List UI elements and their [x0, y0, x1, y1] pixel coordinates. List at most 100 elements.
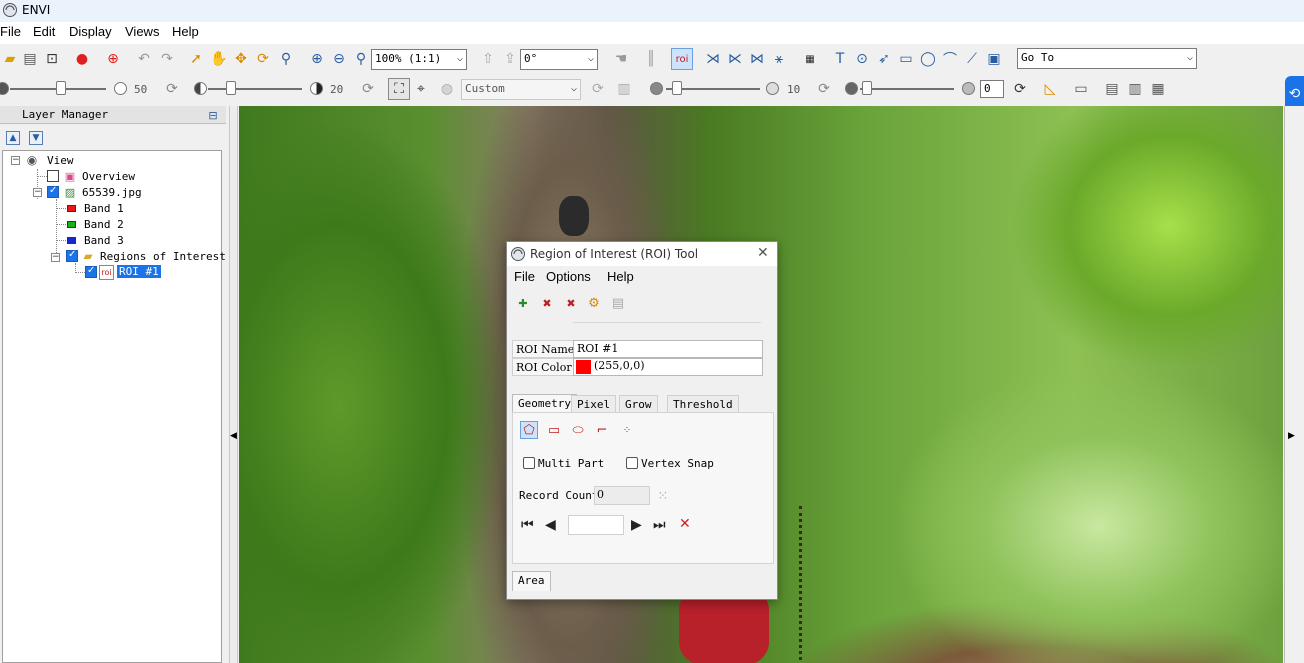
image-info-icon[interactable]: ▭ [1071, 79, 1091, 99]
delete-record-icon[interactable]: ✕ [679, 516, 691, 532]
reset-sharpen-icon[interactable]: ⟳ [814, 79, 834, 99]
rotate-icon[interactable]: ⟳ [253, 49, 273, 69]
menu-edit[interactable]: Edit [33, 24, 55, 39]
polygon-draw-icon[interactable]: ⬠ [520, 421, 538, 439]
dock-panel-icon[interactable]: ⊟ [204, 107, 222, 123]
tab-pixel[interactable]: Pixel [571, 395, 617, 413]
tree-view-label[interactable]: View [47, 154, 74, 167]
zoom-combo[interactable]: 100% (1:1) ⌵ [371, 49, 467, 70]
tree-image-label[interactable]: 65539.jpg [82, 186, 142, 199]
collapse-view-icon[interactable]: − [11, 156, 20, 165]
tree-overview-label[interactable]: Overview [82, 170, 135, 183]
menu-file[interactable]: File [0, 24, 21, 39]
sharpen-slider-knob[interactable] [672, 81, 682, 95]
reset-contrast-icon[interactable]: ⟳ [358, 79, 378, 99]
tree-roi-folder-label[interactable]: Regions of Interest [100, 250, 226, 263]
north-up-icon[interactable]: ⇧ [478, 49, 498, 69]
layout-3-icon[interactable]: ▦ [1148, 79, 1168, 99]
tree-roi-1-label[interactable]: ROI #1 [117, 265, 161, 278]
clipboard-icon[interactable]: ▤ [20, 49, 40, 69]
polyline-draw-icon[interactable]: ⌐ [593, 421, 611, 439]
pixel-value-icon[interactable]: ▦ [800, 49, 820, 69]
first-record-icon[interactable]: ⏮ [521, 517, 534, 533]
picture-annotation-icon[interactable]: ▣ [984, 49, 1004, 69]
polygon-annotation-icon[interactable]: ⌒ [940, 49, 960, 69]
vector-split-icon[interactable]: ⚹ [769, 49, 789, 69]
pin-icon[interactable]: ● [72, 49, 92, 69]
pan-hand-icon[interactable]: ✋ [209, 49, 229, 69]
roi-properties-icon[interactable]: ⚙ [585, 294, 603, 312]
stretch-mode-icon[interactable]: ◍ [437, 79, 457, 99]
contrast-slider-track[interactable] [208, 88, 302, 90]
rotation-combo[interactable]: 0° ⌵ [520, 49, 598, 70]
tab-grow[interactable]: Grow [619, 395, 658, 413]
arrow-annotation-icon[interactable]: ➶ [874, 49, 894, 69]
move-icon[interactable]: ✥ [231, 49, 251, 69]
flicker-icon[interactable]: ║ [641, 49, 661, 69]
layout-2-icon[interactable]: ▥ [1125, 79, 1145, 99]
undo-icon[interactable]: ↶ [134, 49, 154, 69]
record-options-icon[interactable]: ⁙ [654, 487, 672, 505]
menu-help[interactable]: Help [172, 24, 199, 39]
vector-join-icon[interactable]: ⋈ [747, 49, 767, 69]
left-splitter[interactable]: ◀ [229, 106, 238, 663]
reset-transparency-icon[interactable]: ⟳ [1010, 79, 1030, 99]
roi-tool-icon[interactable]: roi [671, 48, 693, 70]
rectangle-draw-icon[interactable]: ▭ [545, 421, 563, 439]
ellipse-draw-icon[interactable]: ⬭ [569, 421, 587, 439]
delete-roi-icon[interactable]: ✖ [538, 294, 556, 312]
collapse-up-icon[interactable]: ▲ [6, 131, 20, 145]
ellipse-annotation-icon[interactable]: ◯ [918, 49, 938, 69]
roi-name-input[interactable]: ROI #1 [573, 340, 763, 358]
collapse-image-icon[interactable]: − [33, 188, 42, 197]
zoom-icon[interactable]: ⚲ [276, 49, 296, 69]
stretch-view-icon[interactable]: ⌖ [411, 79, 431, 99]
point-draw-icon[interactable]: ⁘ [618, 421, 636, 439]
redo-icon[interactable]: ↷ [157, 49, 177, 69]
zoom-out-icon[interactable]: ⊖ [329, 49, 349, 69]
multi-part-checkbox[interactable] [523, 457, 535, 469]
roi-calculator-icon[interactable]: ▤ [609, 294, 627, 312]
zoom-in-icon[interactable]: ⊕ [307, 49, 327, 69]
tab-area[interactable]: Area [512, 571, 551, 591]
tree-band-2-label[interactable]: Band 2 [84, 218, 124, 231]
record-index-input[interactable] [568, 515, 624, 535]
rectangle-annotation-icon[interactable]: ▭ [896, 49, 916, 69]
image-checkbox[interactable] [47, 185, 59, 198]
symbol-annotation-icon[interactable]: ⊙ [852, 49, 872, 69]
goto-combo[interactable]: Go To ⌵ [1017, 48, 1197, 69]
open-folder-icon[interactable]: ▰ [0, 49, 20, 69]
text-annotation-icon[interactable]: T [830, 49, 850, 69]
polyline-annotation-icon[interactable]: ⟋ [962, 49, 982, 69]
vector-add-icon[interactable]: ⋊ [703, 49, 723, 69]
crosshair-icon[interactable]: ⊕ [103, 49, 123, 69]
brightness-slider-knob[interactable] [56, 81, 66, 95]
contrast-slider-knob[interactable] [226, 81, 236, 95]
multi-part-option[interactable]: Multi Part [523, 457, 604, 470]
rotate-up-icon[interactable]: ⇪ [500, 49, 520, 69]
roi-menu-help[interactable]: Help [607, 269, 634, 284]
collapse-right-icon[interactable]: ▶ [1288, 431, 1295, 441]
collapse-roi-folder-icon[interactable]: − [51, 253, 60, 262]
select-arrow-icon[interactable]: ➚ [186, 49, 206, 69]
last-record-icon[interactable]: ⏭ [653, 517, 666, 533]
roi-menu-options[interactable]: Options [546, 269, 591, 284]
histogram-icon[interactable]: ▥ [614, 79, 634, 99]
reset-brightness-icon[interactable]: ⟳ [162, 79, 182, 99]
menu-views[interactable]: Views [125, 24, 159, 39]
previous-record-icon[interactable]: ◀ [545, 517, 556, 533]
vertex-snap-option[interactable]: Vertex Snap [626, 457, 714, 470]
transparency-input[interactable]: 0 [980, 80, 1004, 98]
menu-display[interactable]: Display [69, 24, 112, 39]
reset-stretch-icon[interactable]: ⟳ [588, 79, 608, 99]
next-record-icon[interactable]: ▶ [631, 517, 642, 533]
zoom-fit-icon[interactable]: ⚲ [351, 49, 371, 69]
transparency-slider-track[interactable] [860, 88, 954, 90]
tab-threshold[interactable]: Threshold [667, 395, 739, 413]
right-splitter[interactable]: ▶ [1284, 106, 1304, 663]
roi-menu-file[interactable]: File [514, 269, 535, 284]
close-icon[interactable]: ✕ [757, 245, 769, 261]
stretch-combo[interactable]: Custom ⌵ [461, 79, 581, 100]
roi-color-swatch[interactable] [576, 360, 591, 374]
layout-1-icon[interactable]: ▤ [1102, 79, 1122, 99]
